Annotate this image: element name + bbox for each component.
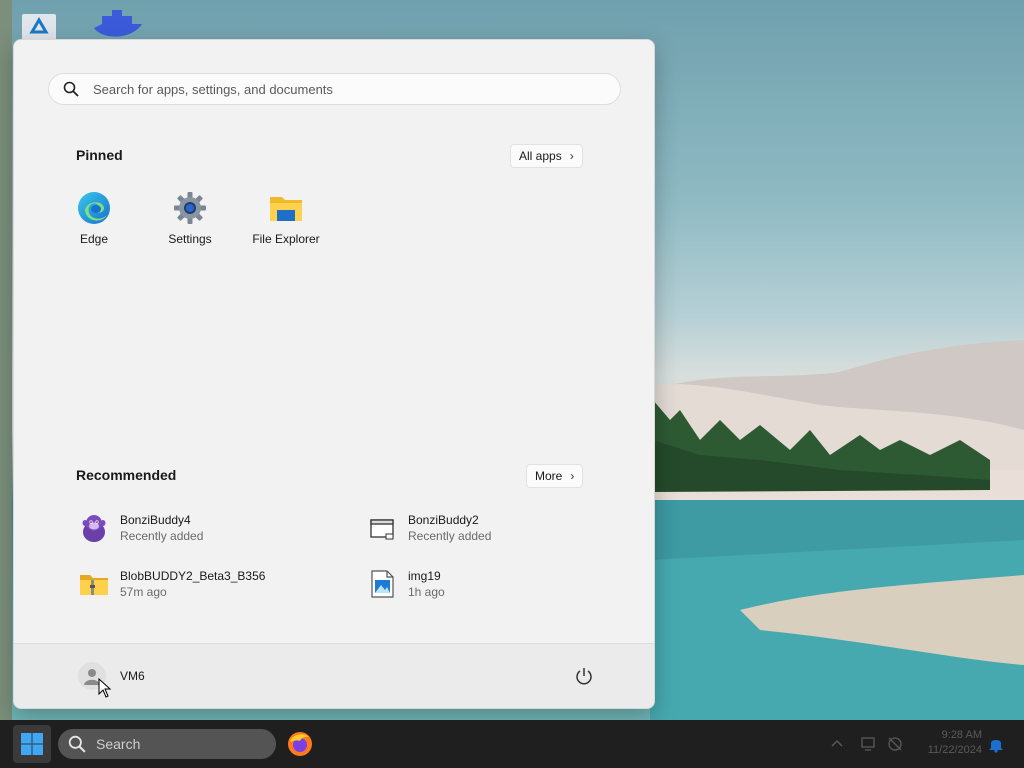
taskbar-search-box[interactable]: Search — [58, 729, 276, 759]
bonzi-icon — [82, 515, 106, 542]
clock-time: 9:28 AM — [941, 729, 982, 741]
more-button[interactable]: More › — [526, 464, 584, 488]
recycle-bin-icon[interactable] — [20, 10, 60, 40]
chevron-right-icon: › — [569, 149, 574, 163]
more-label: More — [535, 469, 563, 483]
windows-logo-icon — [21, 733, 43, 755]
recommended-item[interactable]: BonziBuddy4 Recently added — [78, 508, 338, 548]
recommended-item-name: BlobBUDDY2_Beta3_B356 — [120, 569, 266, 583]
power-icon[interactable] — [574, 666, 594, 686]
recommended-item[interactable]: BonziBuddy2 Recently added — [366, 508, 626, 548]
recommended-item-time: Recently added — [408, 529, 492, 543]
chevron-right-icon: › — [570, 469, 575, 483]
network-icon[interactable] — [860, 735, 878, 753]
window-icon — [370, 519, 394, 540]
all-apps-button[interactable]: All apps › — [510, 144, 583, 168]
start-search-box[interactable] — [48, 73, 621, 105]
firefox-icon[interactable] — [287, 731, 313, 757]
edge-icon — [78, 192, 110, 224]
taskbar: Search 9:28 AM 11/22/2024 — [0, 720, 1024, 768]
recommended-title: Recommended — [76, 467, 177, 483]
chevron-up-icon[interactable] — [830, 737, 844, 751]
taskbar-clock[interactable]: 9:28 AM 11/22/2024 — [918, 728, 982, 758]
folder-icon — [270, 197, 302, 221]
start-search-input[interactable] — [91, 80, 575, 98]
pinned-app-label: Settings — [168, 232, 212, 246]
search-icon — [68, 735, 86, 753]
recommended-item-name: BonziBuddy4 — [120, 513, 191, 527]
recommended-item-name: img19 — [408, 569, 441, 583]
mouse-cursor-icon — [98, 678, 112, 698]
image-file-icon — [371, 570, 394, 598]
start-button[interactable] — [13, 725, 51, 763]
zip-folder-icon — [80, 575, 108, 595]
gear-icon — [174, 192, 206, 224]
volume-icon[interactable] — [886, 735, 904, 753]
search-icon — [63, 81, 79, 97]
pinned-app-edge[interactable]: Edge — [49, 191, 139, 261]
docker-icon[interactable] — [92, 6, 144, 40]
pinned-title: Pinned — [76, 147, 123, 163]
recommended-item-time: 1h ago — [408, 585, 445, 599]
recommended-item[interactable]: BlobBUDDY2_Beta3_B356 57m ago — [78, 564, 338, 604]
recommended-item-time: 57m ago — [120, 585, 167, 599]
recommended-item[interactable]: img19 1h ago — [366, 564, 626, 604]
pinned-app-settings[interactable]: Settings — [145, 191, 235, 261]
clock-date: 11/22/2024 — [927, 744, 982, 756]
pinned-app-label: Edge — [79, 232, 109, 246]
notification-bell-icon[interactable] — [988, 735, 1004, 753]
recommended-item-time: Recently added — [120, 529, 204, 543]
pinned-app-file-explorer[interactable]: File Explorer — [241, 191, 331, 261]
recommended-item-name: BonziBuddy2 — [408, 513, 479, 527]
pinned-app-label: File Explorer — [252, 232, 320, 246]
user-name: VM6 — [120, 669, 145, 683]
start-menu: Pinned All apps › Edge — [13, 39, 655, 709]
start-menu-footer: VM6 — [14, 643, 654, 708]
taskbar-search-label: Search — [96, 736, 141, 752]
all-apps-label: All apps — [519, 149, 562, 163]
